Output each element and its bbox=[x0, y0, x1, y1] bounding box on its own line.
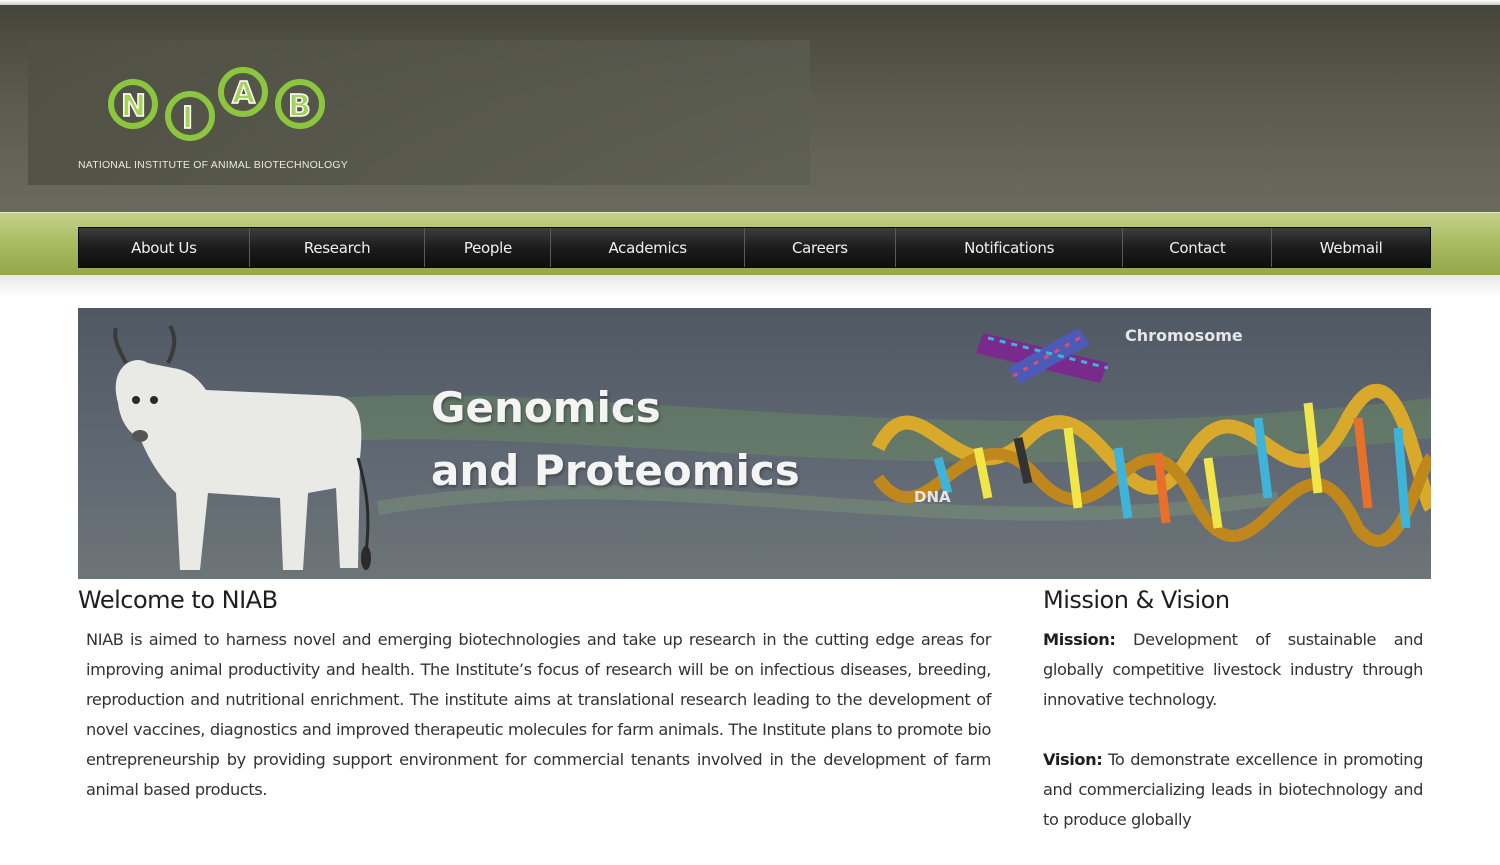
logo-letter-b: B bbox=[288, 89, 311, 124]
banner-title: Genomics and Proteomics bbox=[431, 376, 800, 502]
cow-image bbox=[113, 324, 371, 570]
nav-item-notifications[interactable]: Notifications bbox=[896, 228, 1124, 267]
main-navigation: About Us Research People Academics Caree… bbox=[78, 227, 1431, 268]
nav-item-academics[interactable]: Academics bbox=[551, 228, 746, 267]
nav-shadow bbox=[0, 275, 1500, 297]
vision-paragraph: Vision: To demonstrate excellence in pro… bbox=[1043, 745, 1423, 835]
nav-item-careers[interactable]: Careers bbox=[745, 228, 896, 267]
nav-item-research[interactable]: Research bbox=[250, 228, 426, 267]
banner-title-line2: and Proteomics bbox=[431, 446, 800, 495]
logo-letter-a: A bbox=[232, 76, 256, 111]
logo-tagline: NATIONAL INSTITUTE OF ANIMAL BIOTECHNOLO… bbox=[78, 159, 348, 171]
dna-label: DNA bbox=[914, 488, 951, 506]
vision-label: Vision: bbox=[1043, 750, 1103, 769]
nav-item-contact[interactable]: Contact bbox=[1123, 228, 1273, 267]
mission-heading: Mission & Vision bbox=[1043, 586, 1230, 614]
mission-vision-block: Mission: Development of sustainable and … bbox=[1043, 625, 1423, 865]
nav-item-webmail[interactable]: Webmail bbox=[1272, 228, 1430, 267]
chromosome-label: Chromosome bbox=[1125, 326, 1243, 345]
banner-title-line1: Genomics bbox=[431, 383, 661, 432]
welcome-body: NIAB is aimed to harness novel and emerg… bbox=[86, 630, 991, 799]
niab-logo[interactable]: N I A B bbox=[78, 64, 378, 154]
logo-letter-i: I bbox=[182, 101, 193, 136]
nav-item-people[interactable]: People bbox=[425, 228, 552, 267]
welcome-heading: Welcome to NIAB bbox=[78, 586, 278, 614]
chromosome-image bbox=[976, 328, 1109, 384]
logo-letter-n: N bbox=[121, 89, 146, 124]
hero-banner[interactable]: Genomics and Proteomics Chromosome DNA bbox=[78, 308, 1431, 579]
mission-label: Mission: bbox=[1043, 630, 1116, 649]
nav-item-about-us[interactable]: About Us bbox=[79, 228, 250, 267]
mission-paragraph: Mission: Development of sustainable and … bbox=[1043, 625, 1423, 715]
